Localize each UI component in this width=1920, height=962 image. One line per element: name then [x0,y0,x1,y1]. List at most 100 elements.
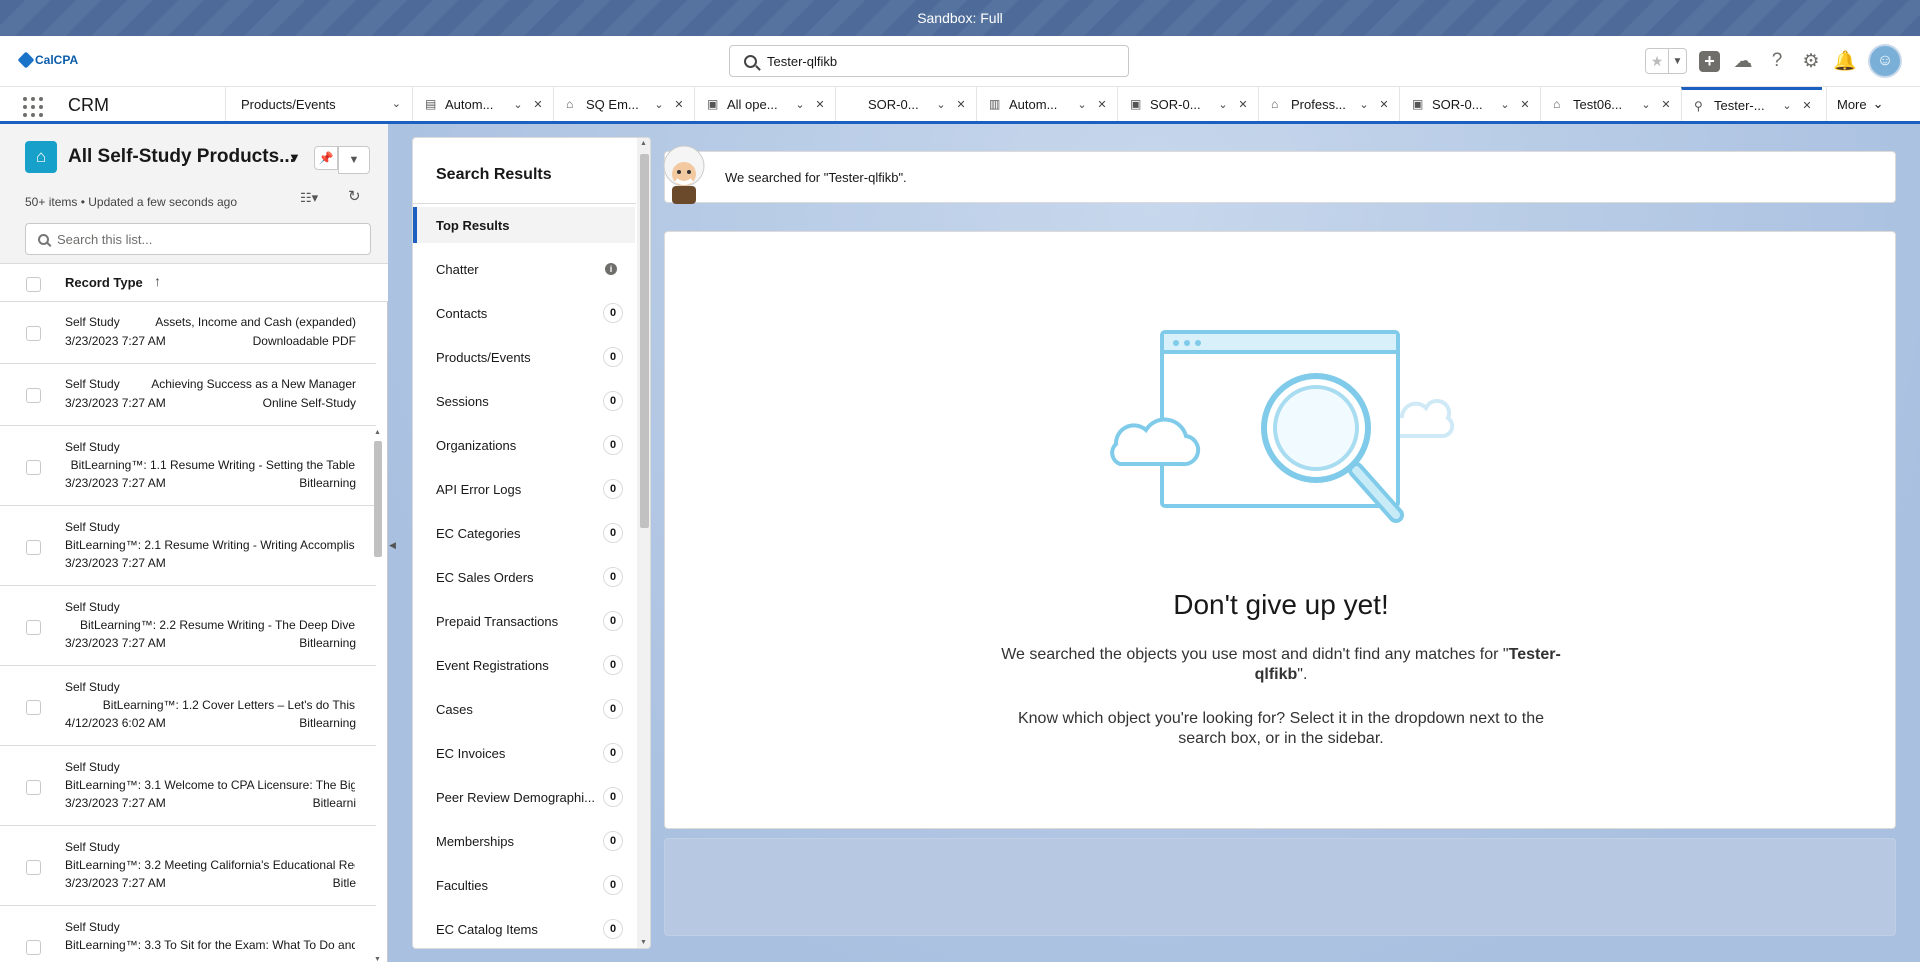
more-tabs-button[interactable]: More ⌄ [1826,87,1884,121]
search-scope-item[interactable]: Chatter i [413,251,635,287]
list-row[interactable]: Self Study BitLearning™: 2.1 Resume Writi… [0,506,376,586]
workspace-tab[interactable]: ⌂ Profess... ⌄ ✕ [1258,87,1399,121]
app-launcher-icon[interactable] [23,97,45,117]
search-scope-item[interactable]: Prepaid Transactions 0 [413,603,635,639]
global-search-input[interactable]: Tester-qlfikb [729,45,1129,77]
list-view-title[interactable]: All Self-Study Products... [68,146,295,168]
user-avatar[interactable]: ☺ [1868,44,1902,78]
search-scope-item[interactable]: Cases 0 [413,691,635,727]
row-checkbox[interactable] [26,460,41,475]
search-scope-item[interactable]: EC Invoices 0 [413,735,635,771]
chevron-down-icon[interactable]: ⌄ [934,98,948,111]
list-row[interactable]: Self Study BitLearning™: 2.2 Resume Writi… [0,586,376,666]
search-scope-item[interactable]: Event Registrations 0 [413,647,635,683]
workspace-tab[interactable]: ▣ SOR-0... ⌄ ✕ [1399,87,1540,121]
product-name[interactable]: BitLearning™: 1.2 Cover Letters – Let's … [65,698,355,712]
display-as-icon[interactable]: ☷▾ [300,190,318,206]
chevron-down-icon[interactable]: ⌄ [793,98,807,111]
search-scope-item[interactable]: Products/Events 0 [413,339,635,375]
product-name[interactable]: BitLearning™: 3.3 To Sit for the Exam: W… [65,938,355,952]
row-checkbox[interactable] [26,388,41,403]
row-checkbox[interactable] [26,540,41,555]
list-view-picker-icon[interactable]: ▼ [288,150,301,165]
list-row[interactable]: Self Study Achieving Success as a New Man… [0,364,376,426]
list-row[interactable]: Self Study BitLearning™: 3.2 Meeting Cali… [0,826,376,906]
list-menu-dropdown-icon[interactable]: ▼ [338,146,370,174]
record-type-column[interactable]: Record Type [65,275,143,290]
scroll-up-icon[interactable]: ▲ [640,140,647,147]
select-all-checkbox[interactable] [26,277,41,292]
search-scope-item[interactable]: API Error Logs 0 [413,471,635,507]
workspace-tab[interactable]: ▣ All ope... ⌄ ✕ [694,87,835,121]
chevron-down-icon[interactable]: ⌄ [1216,98,1230,111]
row-checkbox[interactable] [26,620,41,635]
collapse-split-view-icon[interactable]: ◀ [389,540,399,556]
chevron-down-icon[interactable]: ⌄ [1780,99,1794,112]
list-row[interactable]: Self Study BitLearning™: 3.1 Welcome to C… [0,746,376,826]
workspace-tab[interactable]: ⌂ SQ Em... ⌄ ✕ [553,87,694,121]
chevron-down-icon[interactable]: ⌄ [1498,98,1512,111]
close-icon[interactable]: ✕ [1659,98,1673,111]
workspace-tab[interactable]: ▥ Autom... ⌄ ✕ [976,87,1117,121]
list-search-input[interactable]: Search this list... [25,223,371,255]
workspace-tab[interactable]: ▣ SOR-0... ⌄ ✕ [1117,87,1258,121]
search-scope-item[interactable]: Top Results [413,207,635,243]
product-name[interactable]: BitLearning™: 3.1 Welcome to CPA Licensu… [65,778,355,792]
search-scope-item[interactable]: Memberships 0 [413,823,635,859]
calcpa-logo[interactable]: CalCPA [17,51,78,69]
product-name[interactable]: BitLearning™: 1.1 Resume Writing - Setti… [65,458,355,472]
info-icon[interactable]: i [605,263,617,275]
close-icon[interactable]: ✕ [1377,98,1391,111]
list-scrollbar[interactable]: ▲ ▼ [373,429,383,962]
global-actions-plus-icon[interactable]: + [1699,50,1720,72]
chevron-down-icon[interactable]: ⌄ [511,98,525,111]
workspace-tab[interactable]: ⌂ Test06... ⌄ ✕ [1540,87,1681,121]
search-scope-item[interactable]: EC Categories 0 [413,515,635,551]
chevron-down-icon[interactable]: ⌄ [392,97,401,110]
row-checkbox[interactable] [26,780,41,795]
search-scope-item[interactable]: Sessions 0 [413,383,635,419]
search-scope-item[interactable]: Contacts 0 [413,295,635,331]
scroll-down-icon[interactable]: ▼ [640,939,647,946]
close-icon[interactable]: ✕ [1800,99,1814,112]
nav-item-products-events[interactable]: Products/Events ⌄ [225,87,407,121]
chevron-down-icon[interactable]: ⌄ [1357,98,1371,111]
list-row[interactable]: Self Study Assets, Income and Cash (expan… [0,302,376,364]
notifications-bell-icon[interactable]: 🔔 [1833,50,1857,72]
list-row[interactable]: Self Study BitLearning™: 1.2 Cover Letter… [0,666,376,746]
setup-gear-icon[interactable]: ⚙ [1800,50,1822,72]
chevron-down-icon[interactable]: ⌄ [1639,98,1653,111]
trailhead-icon[interactable]: ☁ [1732,50,1754,72]
scroll-thumb[interactable] [640,154,649,528]
results-nav-scrollbar[interactable]: ▲ ▼ [637,138,650,948]
search-scope-item[interactable]: Organizations 0 [413,427,635,463]
search-scope-item[interactable]: Faculties 0 [413,867,635,903]
scroll-down-icon[interactable]: ▼ [374,956,381,962]
close-icon[interactable]: ✕ [1236,98,1250,111]
workspace-tab[interactable]: ⚲ Tester-... ⌄ ✕ [1681,87,1822,121]
scroll-up-icon[interactable]: ▲ [374,429,381,436]
close-icon[interactable]: ✕ [954,98,968,111]
product-name[interactable]: Assets, Income and Cash (expanded) [155,315,356,329]
workspace-tab[interactable]: ▤ Autom... ⌄ ✕ [412,87,553,121]
search-scope-item[interactable]: EC Sales Orders 0 [413,559,635,595]
product-name[interactable]: BitLearning™: 2.2 Resume Writing - The D… [65,618,355,632]
row-checkbox[interactable] [26,326,41,341]
chevron-down-icon[interactable]: ⌄ [652,98,666,111]
search-scope-item[interactable]: Peer Review Demographi... 0 [413,779,635,815]
close-icon[interactable]: ✕ [672,98,686,111]
favorite-star-icon[interactable]: ★ [1646,49,1668,73]
row-checkbox[interactable] [26,700,41,715]
favorites-dropdown-icon[interactable]: ▼ [1668,49,1686,73]
chevron-down-icon[interactable]: ⌄ [1075,98,1089,111]
row-checkbox[interactable] [26,860,41,875]
product-name[interactable]: Achieving Success as a New Manager [151,377,356,391]
close-icon[interactable]: ✕ [813,98,827,111]
search-scope-item[interactable]: EC Catalog Items 0 [413,911,635,947]
help-icon[interactable]: ? [1766,50,1788,72]
workspace-tab[interactable]: SOR-0... ⌄ ✕ [835,87,976,121]
refresh-icon[interactable]: ↻ [348,187,361,205]
product-name[interactable]: BitLearning™: 3.2 Meeting California's E… [65,858,355,872]
scroll-thumb[interactable] [374,441,382,557]
row-checkbox[interactable] [26,940,41,955]
